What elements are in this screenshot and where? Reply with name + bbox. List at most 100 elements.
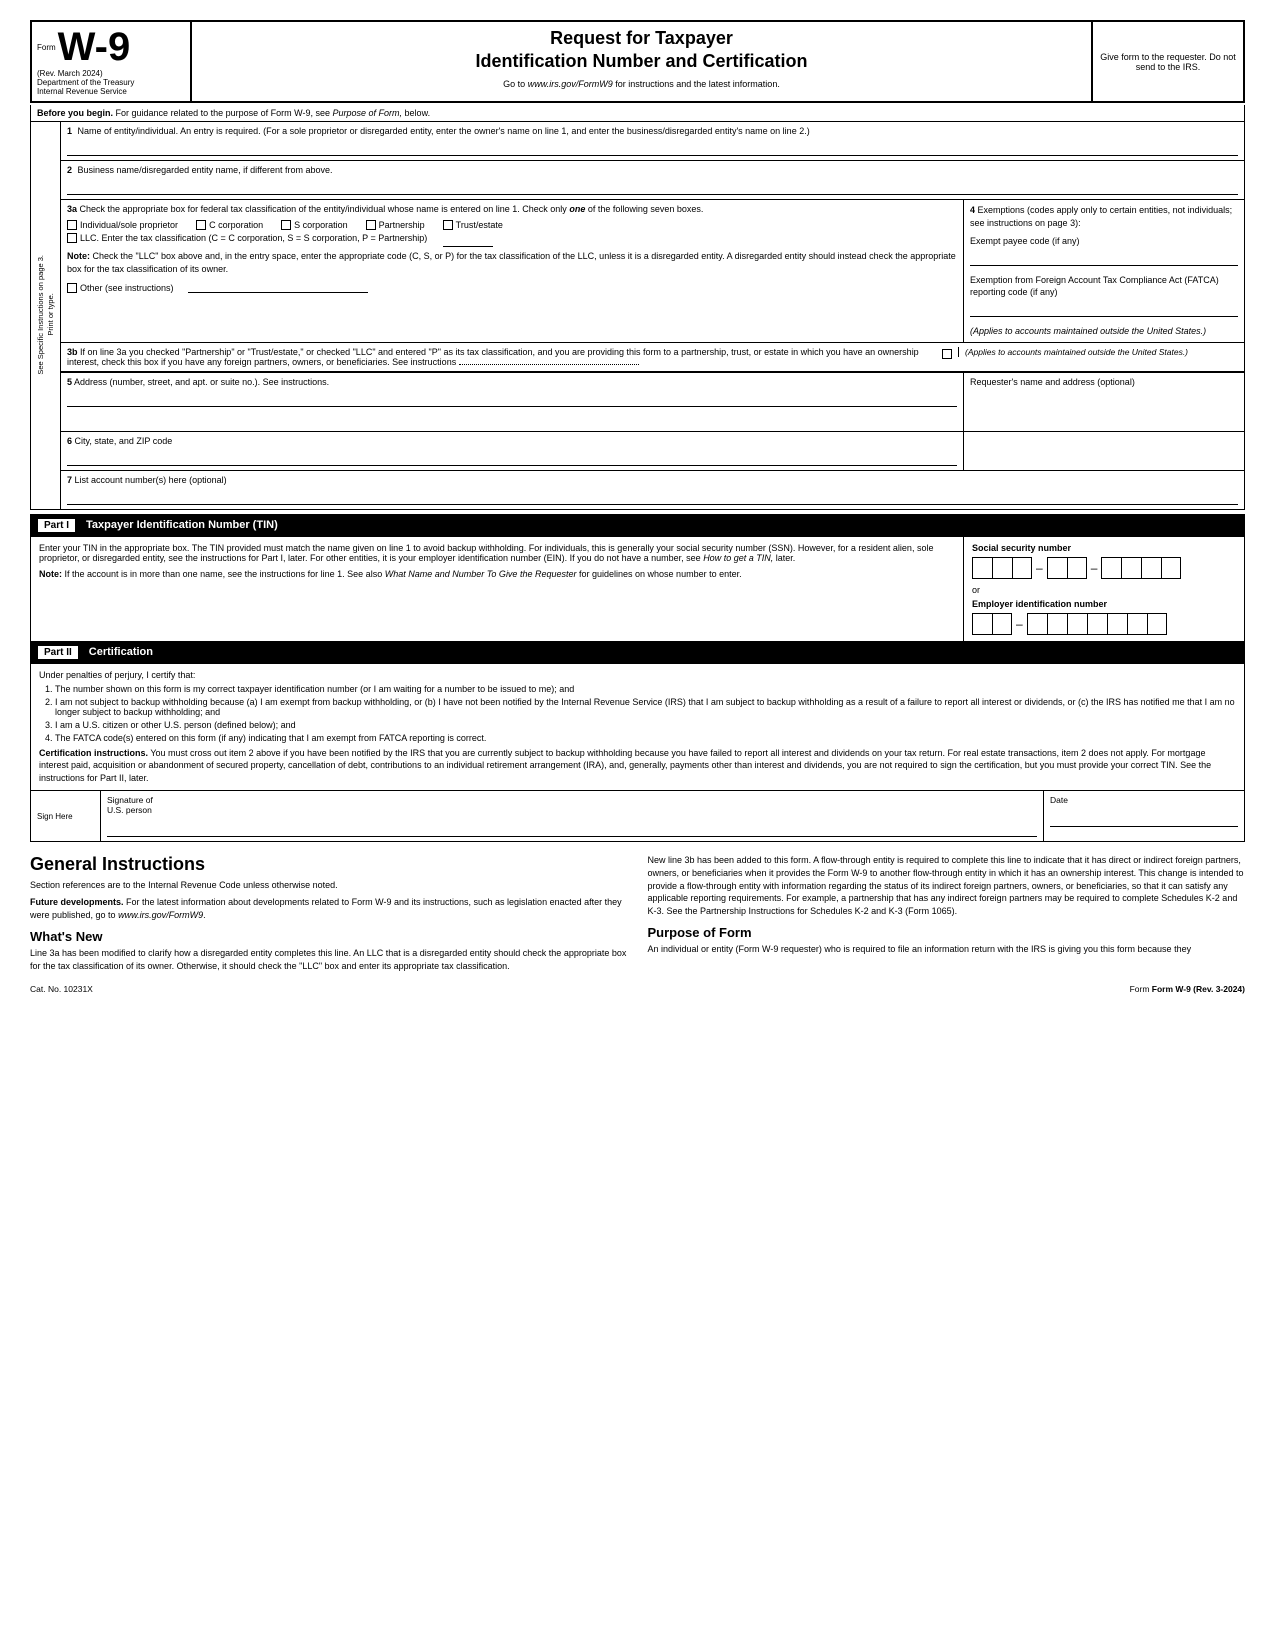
part2-label: Part II (37, 645, 79, 660)
gi-left-column: General Instructions Section references … (30, 854, 628, 976)
ein-d6[interactable] (1087, 613, 1107, 635)
tin-right: Social security number – – (964, 537, 1244, 641)
tin-left: Enter your TIN in the appropriate box. T… (31, 537, 964, 641)
gi-title: General Instructions (30, 854, 628, 875)
cert-item-3: I am a U.S. citizen or other U.S. person… (55, 720, 1236, 730)
cb-trust-box[interactable] (443, 220, 453, 230)
specific-instructions: See Specific Instructions on page 3. (36, 255, 45, 375)
line4-header: 4 Exemptions (codes apply only to certai… (970, 204, 1238, 229)
line7-input[interactable] (67, 487, 1238, 505)
cb-individual-box[interactable] (67, 220, 77, 230)
line6-input[interactable] (67, 448, 957, 466)
ein-label: Employer identification number (972, 599, 1236, 609)
ssn-dash1: – (1034, 561, 1045, 575)
ssn-d2[interactable] (992, 557, 1012, 579)
line5-input[interactable] (67, 389, 957, 407)
tin-note: Note: If the account is in more than one… (39, 569, 955, 579)
ein-d4[interactable] (1047, 613, 1067, 635)
cb-other[interactable]: Other (see instructions) (67, 283, 174, 293)
line1-input[interactable] (67, 138, 1238, 156)
fatca-input[interactable] (970, 301, 1238, 317)
ssn-group2 (1047, 557, 1087, 579)
cert-list: The number shown on this form is my corr… (39, 684, 1236, 743)
date-input[interactable] (1050, 807, 1238, 827)
other-input[interactable] (188, 279, 368, 293)
cb-partnership-box[interactable] (366, 220, 376, 230)
llc-code-input[interactable] (443, 233, 493, 247)
line5-cell: 5 Address (number, street, and apt. or s… (61, 373, 964, 431)
dept2: Internal Revenue Service (37, 87, 185, 96)
requester-address-input[interactable] (970, 387, 1238, 427)
cat-no: Cat. No. 10231X (30, 984, 93, 994)
ein-d3[interactable] (1027, 613, 1047, 635)
ein-d5[interactable] (1067, 613, 1087, 635)
gi-section-refs: Section references are to the Internal R… (30, 879, 628, 892)
line3a-left: 3a Check the appropriate box for federal… (61, 200, 964, 342)
line5-num: 5 (67, 377, 72, 387)
cb-other-box[interactable] (67, 283, 77, 293)
exempt-payee-input[interactable] (970, 250, 1238, 266)
applies-outside-us: (Applies to accounts maintained outside … (958, 347, 1238, 357)
ssn-d6[interactable] (1101, 557, 1121, 579)
ssn-box: Social security number – – (972, 543, 1236, 579)
ssn-d7[interactable] (1121, 557, 1141, 579)
cb-s-corp-box[interactable] (281, 220, 291, 230)
part2-title: Certification (89, 646, 153, 658)
part1-title: Taxpayer Identification Number (TIN) (86, 519, 278, 531)
note-label: Note: (67, 251, 90, 261)
cb-trust[interactable]: Trust/estate (443, 220, 503, 230)
cert-instructions: Certification instructions. You must cro… (39, 747, 1236, 785)
ein-d2[interactable] (992, 613, 1012, 635)
gi-right-column: New line 3b has been added to this form.… (648, 854, 1246, 976)
general-instructions: General Instructions Section references … (30, 854, 1245, 976)
ein-d1[interactable] (972, 613, 992, 635)
line3b-row: 3b If on line 3a you checked "Partnershi… (61, 343, 1244, 372)
form-number: W-9 (58, 27, 131, 67)
line2-num: 2 (67, 165, 72, 175)
ein-d8[interactable] (1127, 613, 1147, 635)
cb-llc-box[interactable] (67, 233, 77, 243)
form-word: Form (37, 43, 56, 52)
ssn-group3 (1101, 557, 1181, 579)
cb-partnership[interactable]: Partnership (366, 220, 425, 230)
cb-c-corp[interactable]: C corporation (196, 220, 263, 230)
line6-right-space (964, 432, 1244, 470)
ssn-d9[interactable] (1161, 557, 1181, 579)
ssn-d8[interactable] (1141, 557, 1161, 579)
form-body: Print or type. See Specific Instructions… (30, 122, 1245, 510)
tin-section: Enter your TIN in the appropriate box. T… (30, 537, 1245, 642)
llc-note: Note: Check the "LLC" box above and, in … (67, 250, 957, 275)
certification-section: Under penalties of perjury, I certify th… (30, 664, 1245, 792)
gi-purpose-title: Purpose of Form (648, 925, 1246, 940)
line2-input[interactable] (67, 177, 1238, 195)
cb-s-corp[interactable]: S corporation (281, 220, 348, 230)
ssn-d3[interactable] (1012, 557, 1032, 579)
ein-input-row: – (972, 613, 1236, 635)
line4-exemptions: 4 Exemptions (codes apply only to certai… (964, 200, 1244, 342)
cb-c-corp-box[interactable] (196, 220, 206, 230)
or-label: or (972, 585, 1236, 595)
ssn-d1[interactable] (972, 557, 992, 579)
form-rows: 1 Name of entity/individual. An entry is… (61, 122, 1244, 509)
ssn-input-row: – – (972, 557, 1236, 579)
ein-d9[interactable] (1147, 613, 1167, 635)
cb-llc[interactable]: LLC. Enter the tax classification (C = C… (67, 233, 427, 243)
cert-item-4: The FATCA code(s) entered on this form (… (55, 733, 1236, 743)
sign-content: Signature of U.S. person Date (101, 791, 1244, 841)
requester-address: Requester's name and address (optional) (964, 373, 1244, 431)
page-footer: Cat. No. 10231X Form Form W-9 (Rev. 3-20… (30, 984, 1245, 994)
signature-input[interactable] (107, 817, 1037, 837)
gi-new-3b-text: New line 3b has been added to this form.… (648, 854, 1246, 917)
line5-row: 5 Address (number, street, and apt. or s… (61, 372, 1244, 432)
ein-d7[interactable] (1107, 613, 1127, 635)
cb-individual[interactable]: Individual/sole proprietor (67, 220, 178, 230)
line3b-checkbox[interactable] (942, 349, 952, 359)
fatca-exemption: Exemption from Foreign Account Tax Compl… (970, 274, 1238, 317)
line6-cell: 6 City, state, and ZIP code (61, 432, 964, 470)
ssn-d4[interactable] (1047, 557, 1067, 579)
dept1: Department of the Treasury (37, 78, 185, 87)
gi-future-devs: Future developments. For the latest info… (30, 896, 628, 921)
ssn-d5[interactable] (1067, 557, 1087, 579)
part1-label: Part I (37, 518, 76, 533)
ein-group1 (972, 613, 1012, 635)
